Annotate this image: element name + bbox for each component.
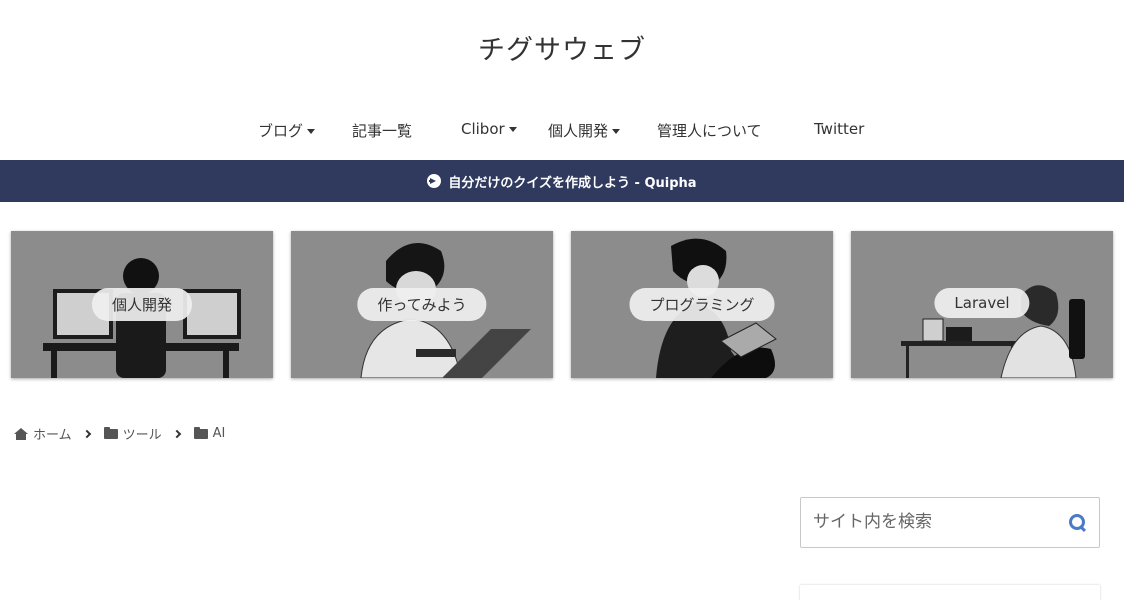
caret-down-icon [508, 127, 517, 132]
category-card-lets-make[interactable]: 作ってみよう [291, 231, 553, 378]
card-label: Laravel [934, 288, 1030, 318]
breadcrumb-label: ホーム [33, 428, 72, 443]
nav-item-label: 記事一覧 [352, 122, 413, 140]
card-label: 作ってみよう [357, 288, 487, 321]
nav-item-label: 個人開発 [548, 122, 609, 140]
nav-item-label: Twitter [814, 120, 865, 138]
search-icon[interactable] [1069, 514, 1087, 532]
breadcrumb-label: AI [212, 426, 226, 441]
caret-down-icon [612, 128, 621, 134]
card-label: プログラミング [629, 288, 775, 321]
breadcrumb-item-home[interactable]: ホーム [14, 424, 72, 443]
chevron-right-icon [82, 429, 91, 438]
nav-item-personal-dev[interactable]: 個人開発 [548, 120, 621, 141]
caret-down-icon [307, 128, 316, 134]
home-icon [14, 427, 28, 440]
nav-item-label: Clibor [461, 120, 505, 138]
nav-item-label: ブログ [258, 122, 304, 140]
breadcrumb: ホーム ツール AI [14, 424, 225, 443]
nav-item-blog[interactable]: ブログ [258, 120, 316, 141]
notice-banner[interactable]: 自分だけのクイズを作成しよう - Quipha [0, 160, 1124, 202]
global-nav: ブログ 記事一覧 Clibor 個人開発 管理人について Twitter [0, 120, 1124, 144]
category-card-laravel[interactable]: Laravel [851, 231, 1113, 378]
folder-icon [193, 426, 208, 439]
chevron-right-icon [172, 429, 181, 438]
nav-item-articles[interactable]: 記事一覧 [352, 120, 412, 141]
nav-item-twitter[interactable]: Twitter [814, 120, 864, 138]
category-card-programming[interactable]: プログラミング [571, 231, 833, 378]
sidebar-widget [799, 584, 1101, 600]
card-label: 個人開発 [91, 288, 193, 321]
nav-item-label: 管理人について [657, 122, 762, 140]
category-card-personal-dev[interactable]: 個人開発 [11, 231, 273, 378]
breadcrumb-item-tools[interactable]: ツール [103, 424, 162, 443]
breadcrumb-item-ai[interactable]: AI [193, 426, 226, 441]
nav-item-about[interactable]: 管理人について [657, 120, 762, 141]
search-input[interactable] [801, 498, 1061, 546]
folder-icon [103, 426, 118, 439]
site-search [800, 497, 1100, 548]
nav-item-clibor[interactable]: Clibor [461, 120, 517, 138]
breadcrumb-label: ツール [122, 428, 162, 443]
banner-text: 自分だけのクイズを作成しよう - Quipha [448, 175, 697, 191]
site-title[interactable]: チグサウェブ [0, 28, 1124, 67]
arrow-circle-right-icon [427, 174, 442, 188]
